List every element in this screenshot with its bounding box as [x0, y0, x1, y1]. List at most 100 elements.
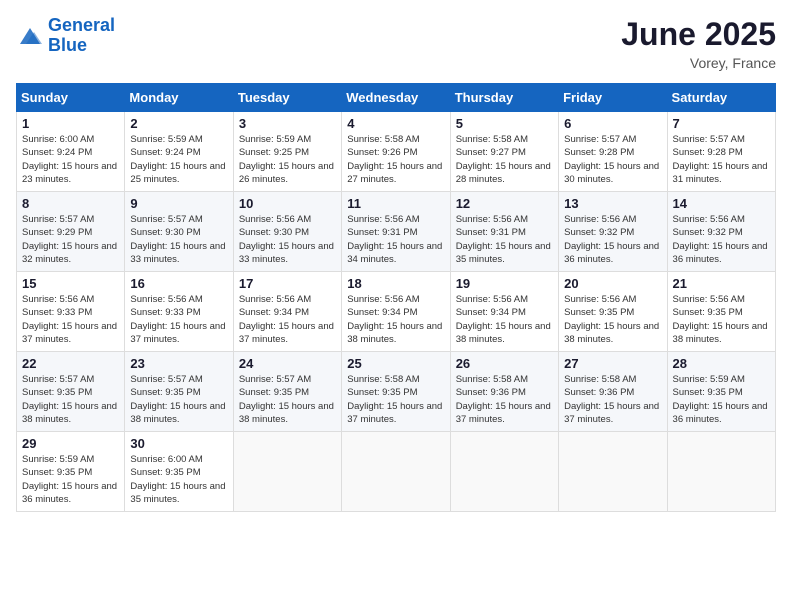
sunset-label: Sunset: 9:28 PM	[673, 147, 743, 158]
sunset-label: Sunset: 9:35 PM	[239, 387, 309, 398]
daylight-label: Daylight: 15 hours and 38 minutes.	[564, 321, 659, 345]
daylight-label: Daylight: 15 hours and 32 minutes.	[22, 241, 117, 265]
day-number: 12	[456, 196, 553, 211]
day-info: Sunrise: 5:57 AM Sunset: 9:28 PM Dayligh…	[564, 133, 661, 186]
sunset-label: Sunset: 9:36 PM	[564, 387, 634, 398]
sunrise-label: Sunrise: 5:57 AM	[22, 374, 94, 385]
sunrise-label: Sunrise: 5:56 AM	[564, 214, 636, 225]
day-info: Sunrise: 5:57 AM Sunset: 9:35 PM Dayligh…	[239, 373, 336, 426]
sunrise-label: Sunrise: 5:56 AM	[347, 294, 419, 305]
day-info: Sunrise: 5:56 AM Sunset: 9:33 PM Dayligh…	[130, 293, 227, 346]
sunrise-label: Sunrise: 5:58 AM	[347, 134, 419, 145]
day-number: 6	[564, 116, 661, 131]
sunset-label: Sunset: 9:24 PM	[130, 147, 200, 158]
sunset-label: Sunset: 9:31 PM	[456, 227, 526, 238]
day-number: 8	[22, 196, 119, 211]
daylight-label: Daylight: 15 hours and 38 minutes.	[22, 401, 117, 425]
daylight-label: Daylight: 15 hours and 38 minutes.	[456, 321, 551, 345]
daylight-label: Daylight: 15 hours and 35 minutes.	[456, 241, 551, 265]
daylight-label: Daylight: 15 hours and 36 minutes.	[673, 241, 768, 265]
day-number: 18	[347, 276, 444, 291]
calendar-cell: 17 Sunrise: 5:56 AM Sunset: 9:34 PM Dayl…	[233, 272, 341, 352]
day-info: Sunrise: 5:57 AM Sunset: 9:35 PM Dayligh…	[130, 373, 227, 426]
day-info: Sunrise: 5:59 AM Sunset: 9:35 PM Dayligh…	[673, 373, 770, 426]
calendar-cell: 22 Sunrise: 5:57 AM Sunset: 9:35 PM Dayl…	[17, 352, 125, 432]
day-number: 27	[564, 356, 661, 371]
day-number: 10	[239, 196, 336, 211]
day-info: Sunrise: 5:57 AM Sunset: 9:30 PM Dayligh…	[130, 213, 227, 266]
col-tuesday: Tuesday	[233, 84, 341, 112]
sunrise-label: Sunrise: 5:59 AM	[239, 134, 311, 145]
sunrise-label: Sunrise: 5:57 AM	[673, 134, 745, 145]
day-info: Sunrise: 5:56 AM Sunset: 9:34 PM Dayligh…	[456, 293, 553, 346]
day-info: Sunrise: 5:57 AM Sunset: 9:28 PM Dayligh…	[673, 133, 770, 186]
calendar-cell: 23 Sunrise: 5:57 AM Sunset: 9:35 PM Dayl…	[125, 352, 233, 432]
day-number: 1	[22, 116, 119, 131]
day-info: Sunrise: 5:56 AM Sunset: 9:31 PM Dayligh…	[347, 213, 444, 266]
calendar-cell	[559, 432, 667, 512]
day-info: Sunrise: 5:59 AM Sunset: 9:25 PM Dayligh…	[239, 133, 336, 186]
day-info: Sunrise: 5:57 AM Sunset: 9:29 PM Dayligh…	[22, 213, 119, 266]
sunrise-label: Sunrise: 5:57 AM	[130, 374, 202, 385]
sunrise-label: Sunrise: 5:58 AM	[456, 134, 528, 145]
daylight-label: Daylight: 15 hours and 33 minutes.	[130, 241, 225, 265]
day-info: Sunrise: 5:56 AM Sunset: 9:35 PM Dayligh…	[673, 293, 770, 346]
day-number: 4	[347, 116, 444, 131]
day-info: Sunrise: 5:56 AM Sunset: 9:34 PM Dayligh…	[347, 293, 444, 346]
daylight-label: Daylight: 15 hours and 28 minutes.	[456, 161, 551, 185]
day-number: 23	[130, 356, 227, 371]
sunset-label: Sunset: 9:34 PM	[456, 307, 526, 318]
day-info: Sunrise: 5:56 AM Sunset: 9:30 PM Dayligh…	[239, 213, 336, 266]
sunrise-label: Sunrise: 5:56 AM	[673, 214, 745, 225]
sunset-label: Sunset: 9:35 PM	[130, 387, 200, 398]
location: Vorey, France	[621, 55, 776, 71]
day-number: 14	[673, 196, 770, 211]
col-saturday: Saturday	[667, 84, 775, 112]
calendar-cell: 19 Sunrise: 5:56 AM Sunset: 9:34 PM Dayl…	[450, 272, 558, 352]
calendar-week-row: 29 Sunrise: 5:59 AM Sunset: 9:35 PM Dayl…	[17, 432, 776, 512]
sunset-label: Sunset: 9:26 PM	[347, 147, 417, 158]
day-info: Sunrise: 5:56 AM Sunset: 9:33 PM Dayligh…	[22, 293, 119, 346]
daylight-label: Daylight: 15 hours and 36 minutes.	[22, 481, 117, 505]
sunrise-label: Sunrise: 5:56 AM	[564, 294, 636, 305]
sunrise-label: Sunrise: 5:58 AM	[564, 374, 636, 385]
sunset-label: Sunset: 9:25 PM	[239, 147, 309, 158]
sunset-label: Sunset: 9:28 PM	[564, 147, 634, 158]
day-info: Sunrise: 5:58 AM Sunset: 9:26 PM Dayligh…	[347, 133, 444, 186]
sunset-label: Sunset: 9:35 PM	[22, 467, 92, 478]
calendar-cell: 7 Sunrise: 5:57 AM Sunset: 9:28 PM Dayli…	[667, 112, 775, 192]
calendar-week-row: 15 Sunrise: 5:56 AM Sunset: 9:33 PM Dayl…	[17, 272, 776, 352]
day-number: 17	[239, 276, 336, 291]
sunset-label: Sunset: 9:35 PM	[673, 307, 743, 318]
title-block: June 2025 Vorey, France	[621, 16, 776, 71]
col-friday: Friday	[559, 84, 667, 112]
sunrise-label: Sunrise: 5:59 AM	[673, 374, 745, 385]
day-info: Sunrise: 5:58 AM Sunset: 9:27 PM Dayligh…	[456, 133, 553, 186]
sunrise-label: Sunrise: 5:57 AM	[239, 374, 311, 385]
calendar-table: Sunday Monday Tuesday Wednesday Thursday…	[16, 83, 776, 512]
day-number: 3	[239, 116, 336, 131]
day-info: Sunrise: 5:58 AM Sunset: 9:35 PM Dayligh…	[347, 373, 444, 426]
sunset-label: Sunset: 9:32 PM	[673, 227, 743, 238]
sunrise-label: Sunrise: 5:59 AM	[130, 134, 202, 145]
sunrise-label: Sunrise: 5:56 AM	[673, 294, 745, 305]
sunset-label: Sunset: 9:36 PM	[456, 387, 526, 398]
calendar-cell: 30 Sunrise: 6:00 AM Sunset: 9:35 PM Dayl…	[125, 432, 233, 512]
day-number: 19	[456, 276, 553, 291]
day-number: 30	[130, 436, 227, 451]
sunset-label: Sunset: 9:35 PM	[130, 467, 200, 478]
calendar-cell: 2 Sunrise: 5:59 AM Sunset: 9:24 PM Dayli…	[125, 112, 233, 192]
sunrise-label: Sunrise: 5:56 AM	[22, 294, 94, 305]
daylight-label: Daylight: 15 hours and 37 minutes.	[456, 401, 551, 425]
daylight-label: Daylight: 15 hours and 37 minutes.	[564, 401, 659, 425]
calendar-header-row: Sunday Monday Tuesday Wednesday Thursday…	[17, 84, 776, 112]
month-title: June 2025	[621, 16, 776, 53]
sunset-label: Sunset: 9:30 PM	[130, 227, 200, 238]
calendar-cell: 11 Sunrise: 5:56 AM Sunset: 9:31 PM Dayl…	[342, 192, 450, 272]
col-thursday: Thursday	[450, 84, 558, 112]
calendar-cell: 12 Sunrise: 5:56 AM Sunset: 9:31 PM Dayl…	[450, 192, 558, 272]
sunset-label: Sunset: 9:24 PM	[22, 147, 92, 158]
day-info: Sunrise: 6:00 AM Sunset: 9:24 PM Dayligh…	[22, 133, 119, 186]
sunset-label: Sunset: 9:35 PM	[564, 307, 634, 318]
calendar-cell: 29 Sunrise: 5:59 AM Sunset: 9:35 PM Dayl…	[17, 432, 125, 512]
